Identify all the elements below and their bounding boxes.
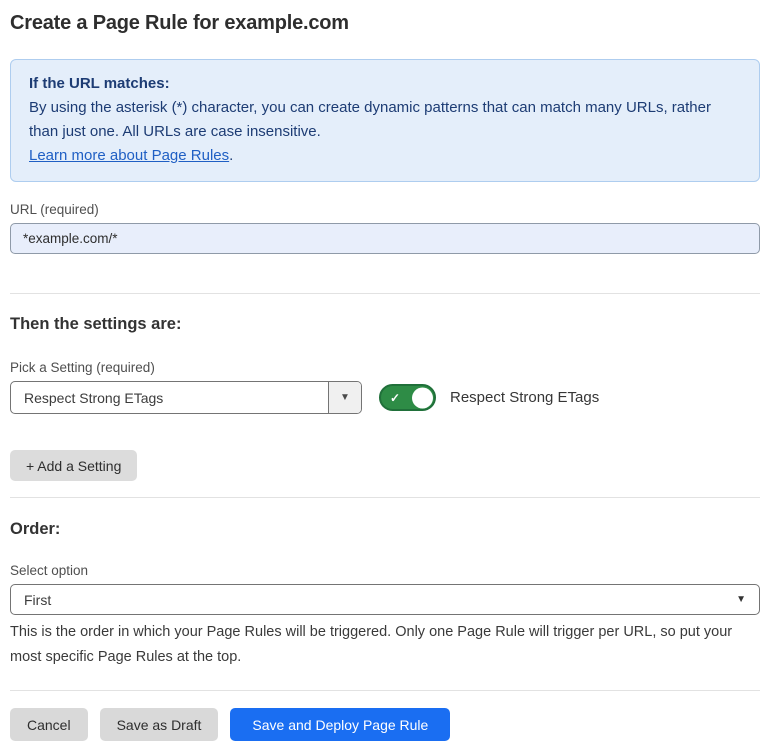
learn-more-link[interactable]: Learn more about Page Rules [29,147,229,164]
divider [10,293,760,294]
url-match-info-box: If the URL matches: By using the asteris… [10,59,760,182]
check-icon: ✓ [390,392,400,404]
save-as-draft-button[interactable]: Save as Draft [100,708,219,741]
footer-actions: Cancel Save as Draft Save and Deploy Pag… [10,708,760,741]
info-box-link-line: Learn more about Page Rules. [29,144,741,168]
divider [10,497,760,498]
link-suffix: . [229,147,233,164]
url-field-label: URL (required) [10,202,760,217]
divider [10,690,760,691]
info-box-heading: If the URL matches: [29,72,741,96]
chevron-down-icon: ▼ [340,392,350,403]
order-select[interactable]: First ▼ [10,584,760,615]
order-select-value: First [24,592,51,608]
chevron-down-icon: ▼ [736,594,746,605]
setting-toggle[interactable]: ✓ [379,384,436,411]
url-input[interactable] [10,223,760,254]
settings-section-heading: Then the settings are: [10,315,760,334]
order-section-heading: Order: [10,520,760,539]
toggle-knob [412,387,433,408]
page-title: Create a Page Rule for example.com [10,12,760,35]
order-select-label: Select option [10,563,760,578]
pick-setting-label: Pick a Setting (required) [10,360,760,375]
setting-toggle-label: Respect Strong ETags [450,389,599,406]
setting-dropdown-value: Respect Strong ETags [11,382,328,413]
order-help-text: This is the order in which your Page Rul… [10,620,758,670]
info-box-body: By using the asterisk (*) character, you… [29,96,741,144]
save-and-deploy-button[interactable]: Save and Deploy Page Rule [230,708,450,741]
page-rule-form: Create a Page Rule for example.com If th… [0,0,769,741]
setting-dropdown[interactable]: Respect Strong ETags ▼ [10,381,362,414]
add-setting-button[interactable]: + Add a Setting [10,450,137,481]
cancel-button[interactable]: Cancel [10,708,88,741]
setting-row: Respect Strong ETags ▼ ✓ Respect Strong … [10,381,760,414]
setting-dropdown-arrow-button[interactable]: ▼ [328,382,361,413]
